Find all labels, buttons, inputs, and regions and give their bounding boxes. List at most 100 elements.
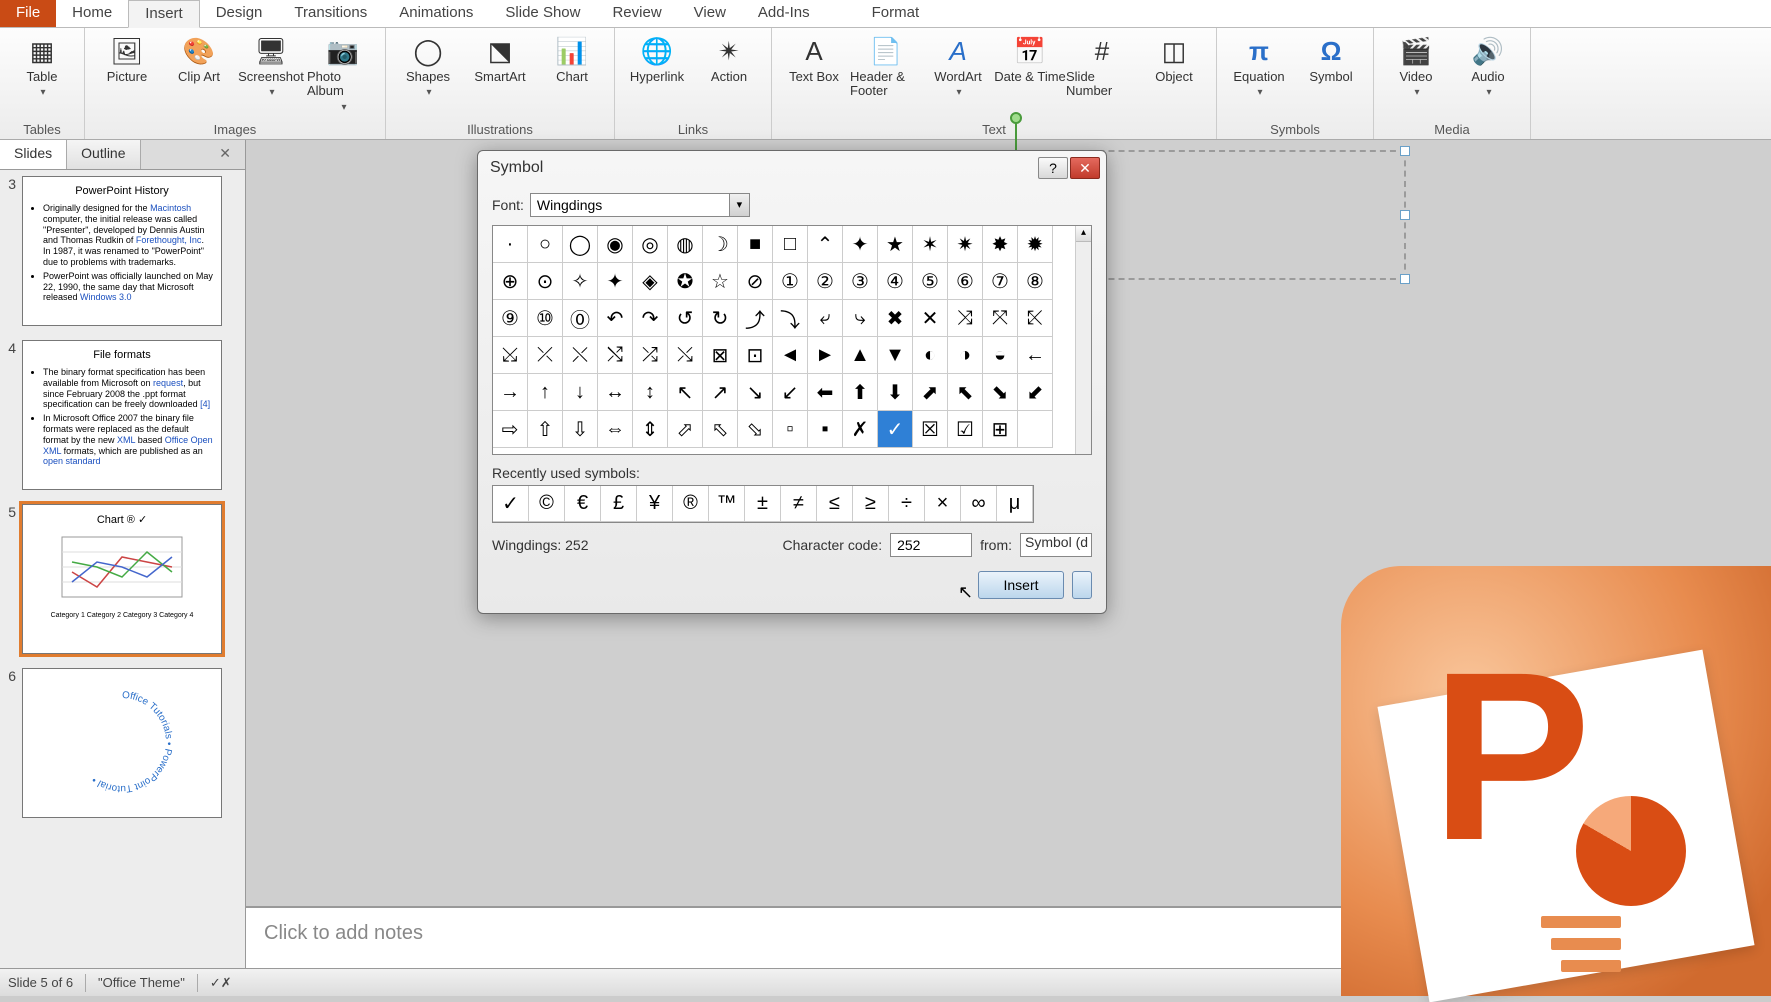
symbol-cell[interactable]: ⤩ (493, 337, 528, 374)
recent-symbol-cell[interactable]: ÷ (889, 486, 925, 522)
symbol-cell[interactable]: ✸ (983, 226, 1018, 263)
clipart-button[interactable]: 🎨Clip Art (163, 30, 235, 84)
symbol-cell[interactable]: ↕ (633, 374, 668, 411)
tab-view[interactable]: View (678, 0, 742, 27)
symbol-cell[interactable]: ↙ (773, 374, 808, 411)
dialog-titlebar[interactable]: Symbol ? ✕ (478, 151, 1106, 185)
symbol-button[interactable]: ΩSymbol (1295, 30, 1367, 84)
tab-format[interactable]: Format (856, 0, 936, 27)
symbol-cell[interactable]: ↖ (668, 374, 703, 411)
symbol-cell[interactable]: ↑ (528, 374, 563, 411)
symbol-cell[interactable]: ⬆ (843, 374, 878, 411)
symbol-cell[interactable]: ↘ (738, 374, 773, 411)
symbol-cell[interactable]: ⬀ (668, 411, 703, 448)
close-button[interactable]: ✕ (1070, 157, 1100, 179)
symbol-cell[interactable]: ☽ (703, 226, 738, 263)
symbol-cell[interactable]: ↗ (703, 374, 738, 411)
symbol-cell[interactable]: ② (808, 263, 843, 300)
symbol-cell[interactable]: ✶ (913, 226, 948, 263)
tab-review[interactable]: Review (596, 0, 677, 27)
font-input[interactable] (531, 194, 729, 216)
thumbnails[interactable]: 3PowerPoint HistoryOriginally designed f… (0, 170, 245, 968)
symbol-cell[interactable]: ⑩ (528, 300, 563, 337)
symbol-cell[interactable]: ◯ (563, 226, 598, 263)
charcode-input[interactable] (890, 533, 972, 557)
panel-close[interactable]: ✕ (205, 140, 245, 169)
recent-symbol-cell[interactable]: ≤ (817, 486, 853, 522)
symbol-cell[interactable]: ◑ (948, 337, 983, 374)
symbol-cell[interactable]: ⇕ (633, 411, 668, 448)
symbol-cell[interactable]: → (493, 374, 528, 411)
recent-symbol-cell[interactable]: ≠ (781, 486, 817, 522)
symbol-cell[interactable]: ⬂ (738, 411, 773, 448)
symbol-cell[interactable]: ⑨ (493, 300, 528, 337)
tab-animations[interactable]: Animations (383, 0, 489, 27)
panel-tab-slides[interactable]: Slides (0, 140, 67, 169)
symbol-cell[interactable]: ▼ (878, 337, 913, 374)
tab-design[interactable]: Design (200, 0, 279, 27)
symbol-cell[interactable]: ⤷ (843, 300, 878, 337)
symbol-cell[interactable]: ⬁ (703, 411, 738, 448)
chart-button[interactable]: 📊Chart (536, 30, 608, 84)
from-combo[interactable]: Symbol (d (1020, 533, 1092, 557)
symbol-cell[interactable]: ⤪ (1018, 300, 1053, 337)
header-button[interactable]: 📄Header & Footer (850, 30, 922, 99)
grid-scrollbar[interactable]: ▴ (1075, 226, 1091, 454)
symbol-cell[interactable]: ✓ (878, 411, 913, 448)
resize-handle[interactable] (1400, 146, 1410, 156)
symbol-cell[interactable]: ⤭ (598, 337, 633, 374)
slide-thumbnail[interactable]: PowerPoint HistoryOriginally designed fo… (22, 176, 222, 326)
symbol-cell[interactable]: ◉ (598, 226, 633, 263)
scroll-up-icon[interactable]: ▴ (1076, 226, 1091, 242)
datetime-button[interactable]: 📅Date & Time (994, 30, 1066, 84)
slide-thumbnail[interactable]: File formatsThe binary format specificat… (22, 340, 222, 490)
symbol-cell[interactable]: ④ (878, 263, 913, 300)
shapes-button[interactable]: ◯Shapes (392, 30, 464, 99)
symbol-cell[interactable]: ① (773, 263, 808, 300)
recent-symbol-cell[interactable]: £ (601, 486, 637, 522)
recent-symbol-cell[interactable]: ∞ (961, 486, 997, 522)
symbol-cell[interactable]: ⊞ (983, 411, 1018, 448)
symbol-cell[interactable]: ✪ (668, 263, 703, 300)
symbol-cell[interactable] (1018, 411, 1053, 448)
symbol-cell[interactable]: ⤶ (808, 300, 843, 337)
wordart-button[interactable]: AWordArt (922, 30, 994, 99)
symbol-cell[interactable]: ▲ (843, 337, 878, 374)
symbol-cell[interactable]: ◎ (633, 226, 668, 263)
screenshot-button[interactable]: 🖥Screenshot (235, 30, 307, 99)
hyperlink-button[interactable]: 🌐Hyperlink (621, 30, 693, 84)
symbol-cell[interactable]: ◐ (913, 337, 948, 374)
symbol-cell[interactable]: ◈ (633, 263, 668, 300)
symbol-cell[interactable]: ← (1018, 337, 1053, 374)
recent-symbols[interactable]: ✓©€£¥®™±≠≤≥÷×∞μ (492, 485, 1034, 523)
symbol-cell[interactable]: ⇩ (563, 411, 598, 448)
recent-symbol-cell[interactable]: ± (745, 486, 781, 522)
cancel-button[interactable] (1072, 571, 1092, 599)
symbol-cell[interactable]: ⊙ (528, 263, 563, 300)
symbol-cell[interactable]: ⬊ (983, 374, 1018, 411)
symbol-cell[interactable]: ⤵ (773, 300, 808, 337)
symbol-cell[interactable]: ⇧ (528, 411, 563, 448)
symbol-cell[interactable]: ◄ (773, 337, 808, 374)
symbol-cell[interactable]: ⊕ (493, 263, 528, 300)
audio-button[interactable]: 🔊Audio (1452, 30, 1524, 99)
recent-symbol-cell[interactable]: ™ (709, 486, 745, 522)
symbol-cell[interactable]: ⤴ (738, 300, 773, 337)
symbol-cell[interactable]: ⑤ (913, 263, 948, 300)
recent-symbol-cell[interactable]: ≥ (853, 486, 889, 522)
smartart-button[interactable]: ⬔SmartArt (464, 30, 536, 84)
symbol-cell[interactable]: ⤫ (528, 337, 563, 374)
symbol-cell[interactable]: ⬋ (1018, 374, 1053, 411)
symbol-cell[interactable]: ⇨ (493, 411, 528, 448)
symbol-cell[interactable]: ◍ (668, 226, 703, 263)
recent-symbol-cell[interactable]: ¥ (637, 486, 673, 522)
spellcheck-icon[interactable]: ✓✗ (210, 975, 232, 991)
symbol-cell[interactable]: ◒ (983, 337, 1018, 374)
symbol-cell[interactable]: □ (773, 226, 808, 263)
symbol-cell[interactable]: ③ (843, 263, 878, 300)
slidenum-button[interactable]: #Slide Number (1066, 30, 1138, 99)
tab-home[interactable]: Home (56, 0, 128, 27)
equation-button[interactable]: πEquation (1223, 30, 1295, 99)
object-button[interactable]: ◫Object (1138, 30, 1210, 84)
panel-tab-outline[interactable]: Outline (67, 140, 140, 169)
